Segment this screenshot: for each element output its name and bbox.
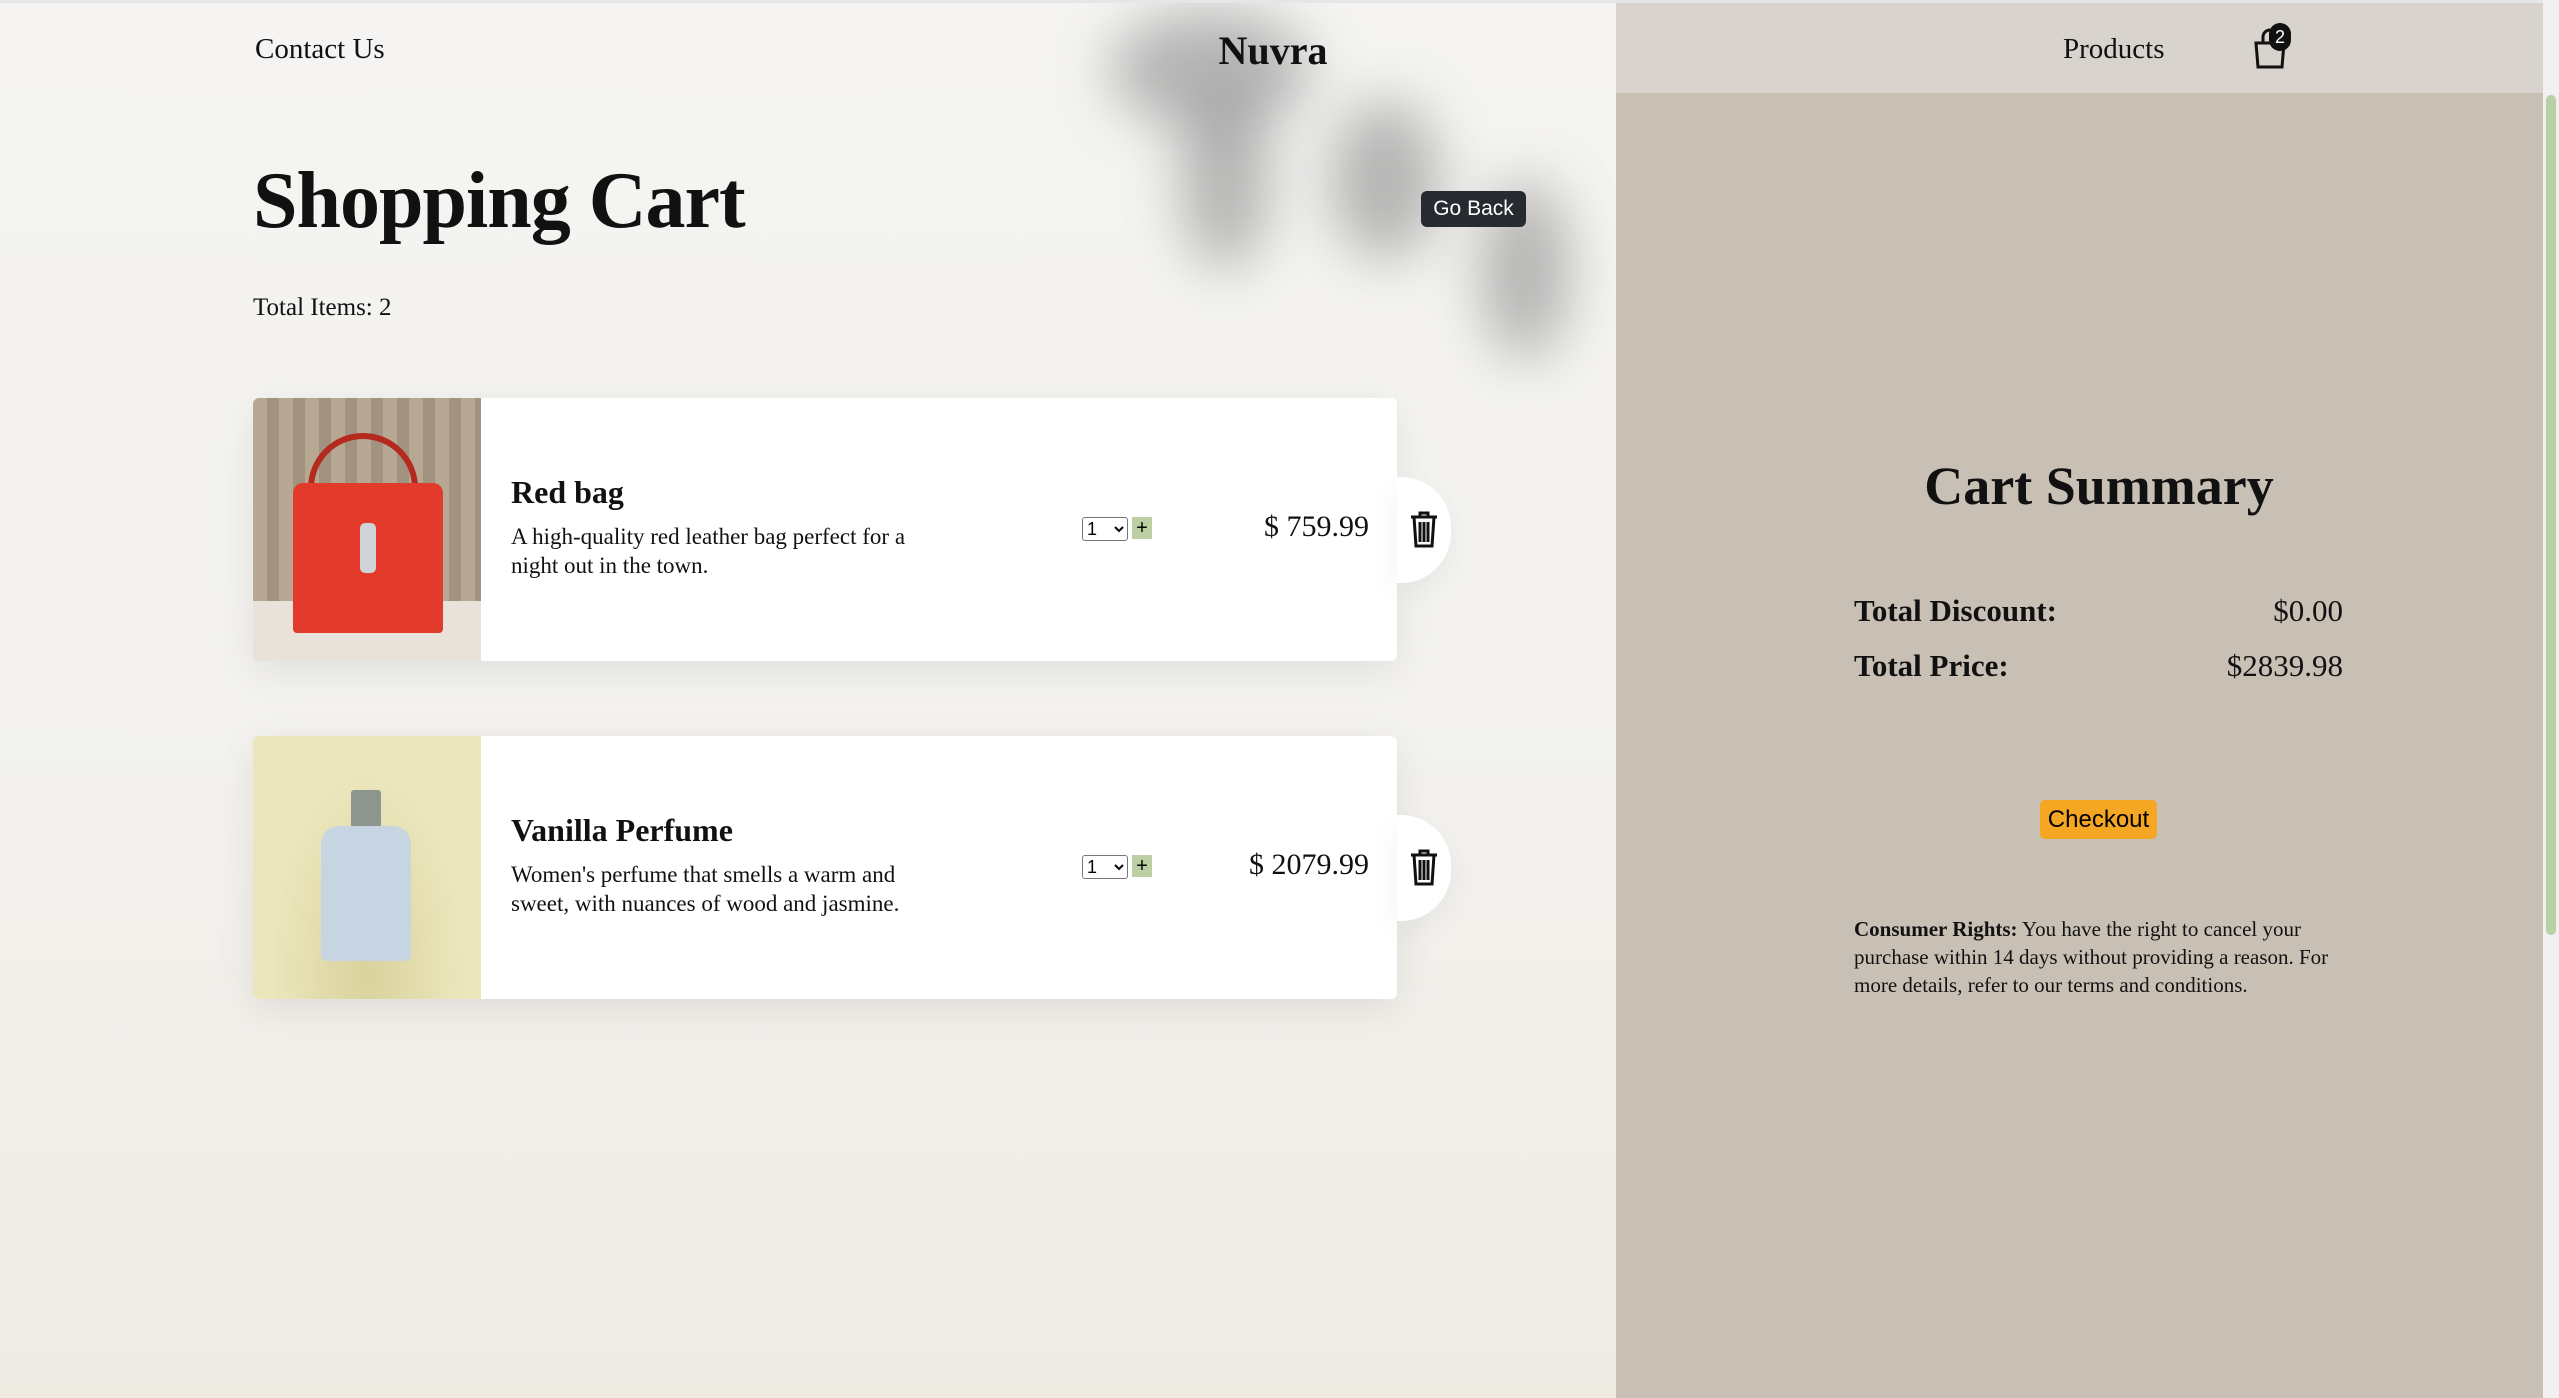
delete-item-button[interactable] <box>1397 477 1451 583</box>
discount-label: Total Discount: <box>1854 593 2057 628</box>
cart-item: Vanilla Perfume Women's perfume that sme… <box>253 736 1397 999</box>
go-back-button[interactable]: Go Back <box>1421 191 1526 227</box>
products-link[interactable]: Products <box>2063 33 2165 66</box>
price-value: $2839.98 <box>2226 648 2343 683</box>
delete-item-button[interactable] <box>1397 815 1451 921</box>
price-label: Total Price: <box>1854 648 2009 683</box>
item-name: Vanilla Perfume <box>511 812 733 848</box>
leaf-shadow <box>1180 90 1270 270</box>
header: Contact Us Nuvra Products 2 <box>0 0 2543 96</box>
item-price: $ 2079.99 <box>1249 848 1369 881</box>
checkout-button[interactable]: Checkout <box>2040 800 2157 839</box>
consumer-rights: Consumer Rights: You have the right to c… <box>1854 915 2354 999</box>
product-image <box>253 398 481 661</box>
scrollbar[interactable] <box>2543 0 2559 1398</box>
summary-title: Cart Summary <box>1924 456 2274 516</box>
logo[interactable]: Nuvra <box>1219 27 1328 74</box>
item-price: $ 759.99 <box>1264 510 1369 543</box>
product-image <box>253 736 481 999</box>
quantity-select[interactable]: 1 <box>1082 517 1128 541</box>
scrollbar-thumb[interactable] <box>2546 95 2556 935</box>
trash-icon <box>1411 511 1437 547</box>
contact-link[interactable]: Contact Us <box>255 33 385 66</box>
trash-icon <box>1411 849 1437 885</box>
cart-item: Red bag A high-quality red leather bag p… <box>253 398 1397 661</box>
total-items: Total Items: 2 <box>253 294 392 321</box>
increase-quantity-button[interactable]: + <box>1132 855 1152 877</box>
item-description: A high-quality red leather bag perfect f… <box>511 524 906 578</box>
discount-value: $0.00 <box>2273 593 2343 628</box>
item-description: Women's perfume that smells a warm and s… <box>511 862 900 916</box>
page-title: Shopping Cart <box>253 157 746 245</box>
total-price-row: Total Price: $2839.98 <box>1854 648 2343 684</box>
increase-quantity-button[interactable]: + <box>1132 517 1152 539</box>
total-discount-row: Total Discount: $0.00 <box>1854 593 2343 629</box>
cart-count-badge: 2 <box>2269 23 2291 51</box>
leaf-shadow <box>1330 100 1440 260</box>
quantity-select[interactable]: 1 <box>1082 855 1128 879</box>
cart-summary-panel <box>1616 93 2543 1398</box>
rights-label: Consumer Rights: <box>1854 917 2018 941</box>
item-name: Red bag <box>511 474 624 510</box>
